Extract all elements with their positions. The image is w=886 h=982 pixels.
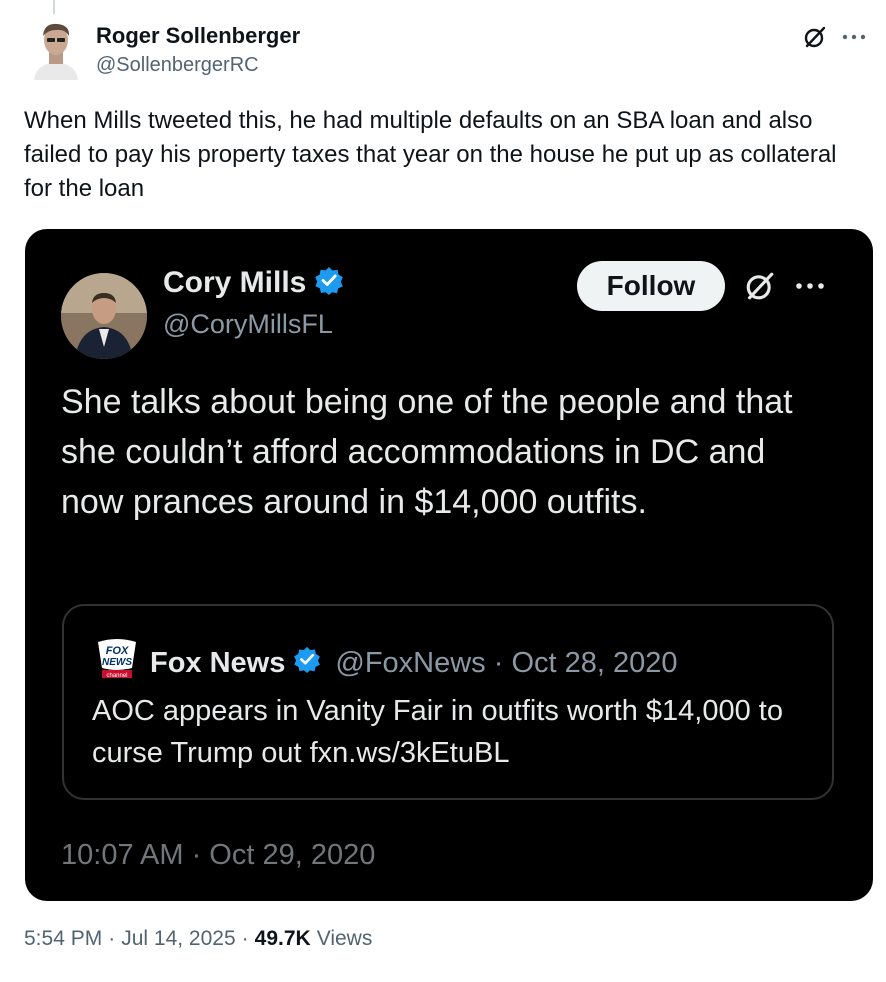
embedded-name-row: Cory Mills [163,265,344,300]
author-handle[interactable]: @SollenbergerRC [96,52,300,78]
embedded-tweet-text: She talks about being one of the people … [61,383,793,521]
quoted-author-name[interactable]: Fox News [150,647,285,680]
embedded-author-name[interactable]: Cory Mills [163,266,306,300]
embedded-author-handle[interactable]: @CoryMillsFL [163,309,333,340]
views-count: 49.7K [254,927,311,950]
tweet-footer: 5:54 PM · Jul 14, 2025 · 49.7K Views [24,927,372,951]
author-info: Roger Sollenberger @SollenbergerRC [96,22,300,78]
svg-text:channel: channel [106,673,127,679]
embedded-timestamp[interactable]: 10:07 AM · Oct 29, 2020 [61,839,375,872]
quoted-text: AOC appears in Vanity Fair in outfits wo… [92,695,783,769]
grok-icon[interactable] [802,24,828,50]
embedded-tweet[interactable]: Cory Mills @CoryMillsFL Follow She talks… [25,229,873,901]
author-avatar[interactable] [30,18,82,80]
tweet-actions [802,24,866,50]
verified-badge-icon [314,265,344,300]
tweet-date[interactable]: Jul 14, 2025 [121,927,235,951]
quoted-tweet[interactable]: FOX NEWS channel Fox News @FoxNews · Oct… [62,604,834,800]
thread-connector [53,0,55,14]
verified-badge-icon [293,645,321,681]
svg-text:NEWS: NEWS [102,657,132,668]
separator-dot: · [108,927,116,950]
separator-dot: · [241,927,249,950]
quoted-meta: @FoxNews · Oct 28, 2020 [335,646,678,679]
embedded-actions [743,269,825,303]
views-label: Views [316,927,373,950]
tweet-time[interactable]: 5:54 PM [24,927,102,951]
svg-text:FOX: FOX [106,645,129,657]
author-name[interactable]: Roger Sollenberger [96,22,300,50]
fox-news-logo: FOX NEWS channel [92,638,142,688]
more-icon[interactable] [842,33,866,41]
tweet-text: When Mills tweeted this, he had multiple… [24,107,837,202]
quoted-header: FOX NEWS channel Fox News @FoxNews · Oct… [92,638,678,688]
more-icon[interactable] [795,282,825,290]
embedded-avatar[interactable] [61,273,147,359]
grok-icon[interactable] [743,269,777,303]
follow-button[interactable]: Follow [577,261,725,311]
